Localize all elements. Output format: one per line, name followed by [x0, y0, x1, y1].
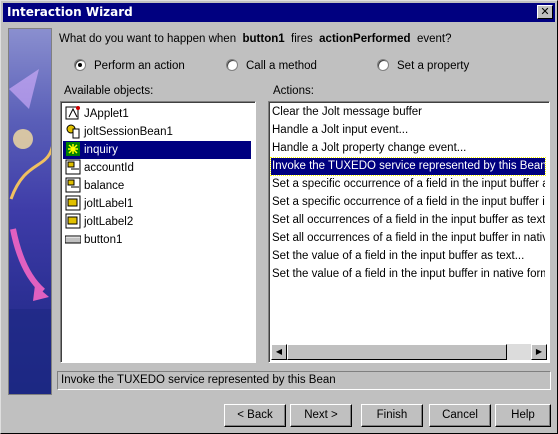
- event-source: button1: [242, 33, 285, 45]
- label-icon: [65, 213, 81, 229]
- field-icon: [65, 159, 81, 175]
- label-icon: [65, 195, 81, 211]
- object-item[interactable]: accountId: [63, 159, 251, 177]
- radio-label: Perform an action: [94, 60, 185, 72]
- action-item[interactable]: Clear the Jolt message buffer: [271, 104, 545, 121]
- applet-icon: [65, 105, 81, 121]
- action-item[interactable]: Set all occurrences of a field in the in…: [271, 230, 545, 247]
- action-item[interactable]: Handle a Jolt input event...: [271, 122, 545, 139]
- radio-circle[interactable]: [74, 59, 86, 71]
- event-name: actionPerformed: [319, 33, 411, 45]
- interaction-wizard-window: Interaction Wizard ✕ What do you want to…: [0, 0, 558, 434]
- scroll-left-icon[interactable]: ◀: [271, 344, 287, 360]
- action-item[interactable]: Set all occurrences of a field in the in…: [271, 212, 545, 229]
- action-item[interactable]: Set the value of a field in the input bu…: [271, 248, 545, 265]
- horizontal-scrollbar[interactable]: ◀ ▶: [271, 344, 547, 360]
- object-label: JApplet1: [84, 108, 129, 120]
- next-button[interactable]: Next >: [290, 404, 352, 427]
- question-middle: fires: [291, 33, 313, 45]
- object-item[interactable]: balance: [63, 177, 251, 195]
- scroll-right-icon[interactable]: ▶: [531, 344, 547, 360]
- object-label: accountId: [84, 162, 134, 174]
- available-objects-list[interactable]: JApplet1 joltSessionBean1 inquiry accoun…: [60, 101, 256, 363]
- cancel-button[interactable]: Cancel: [429, 404, 491, 427]
- close-icon[interactable]: ✕: [537, 5, 553, 19]
- object-item[interactable]: joltLabel2: [63, 213, 251, 231]
- action-item[interactable]: Set a specific occurrence of a field in …: [271, 194, 545, 211]
- finish-button[interactable]: Finish: [361, 404, 423, 427]
- question-suffix: event?: [416, 33, 452, 45]
- action-item[interactable]: Handle a Jolt property change event...: [271, 140, 545, 157]
- actions-list[interactable]: Clear the Jolt message buffer Handle a J…: [268, 101, 550, 363]
- field-icon: [65, 177, 81, 193]
- object-item[interactable]: joltSessionBean1: [63, 123, 251, 141]
- help-button[interactable]: Help: [495, 404, 551, 427]
- object-label: balance: [84, 180, 125, 192]
- action-item-selected[interactable]: Invoke the TUXEDO service represented by…: [270, 157, 546, 176]
- button-icon: [64, 231, 82, 247]
- object-label: joltLabel2: [84, 216, 134, 228]
- action-item[interactable]: Set the value of a field in the input bu…: [271, 266, 545, 283]
- wizard-side-image: [8, 28, 52, 395]
- bean-icon: [65, 123, 81, 139]
- scroll-thumb[interactable]: [287, 344, 507, 360]
- object-label: inquiry: [84, 144, 118, 156]
- radio-circle[interactable]: [226, 59, 238, 71]
- title-bar[interactable]: Interaction Wizard ✕: [3, 3, 555, 22]
- wizard-question: What do you want to happen when button1 …: [59, 33, 451, 45]
- object-item[interactable]: button1: [63, 231, 251, 249]
- radio-label: Call a method: [246, 60, 317, 72]
- actions-label: Actions:: [273, 85, 314, 97]
- radio-perform-action[interactable]: Perform an action: [74, 59, 185, 72]
- object-label: joltSessionBean1: [84, 126, 173, 138]
- radio-call-method[interactable]: Call a method: [226, 59, 317, 72]
- question-prefix: What do you want to happen when: [59, 33, 237, 45]
- available-objects-label: Available objects:: [64, 85, 154, 97]
- action-item[interactable]: Set a specific occurrence of a field in …: [271, 176, 545, 193]
- object-label: button1: [84, 234, 123, 246]
- radio-circle[interactable]: [377, 59, 389, 71]
- object-item[interactable]: JApplet1: [63, 105, 251, 123]
- object-item[interactable]: joltLabel1: [63, 195, 251, 213]
- status-description: Invoke the TUXEDO service represented by…: [57, 371, 551, 390]
- window-title: Interaction Wizard: [7, 5, 133, 19]
- object-label: joltLabel1: [84, 198, 134, 210]
- service-icon: [65, 141, 81, 157]
- radio-label: Set a property: [397, 60, 470, 72]
- radio-set-property[interactable]: Set a property: [377, 59, 469, 72]
- back-button[interactable]: < Back: [224, 404, 286, 427]
- object-item-selected[interactable]: inquiry: [63, 141, 251, 159]
